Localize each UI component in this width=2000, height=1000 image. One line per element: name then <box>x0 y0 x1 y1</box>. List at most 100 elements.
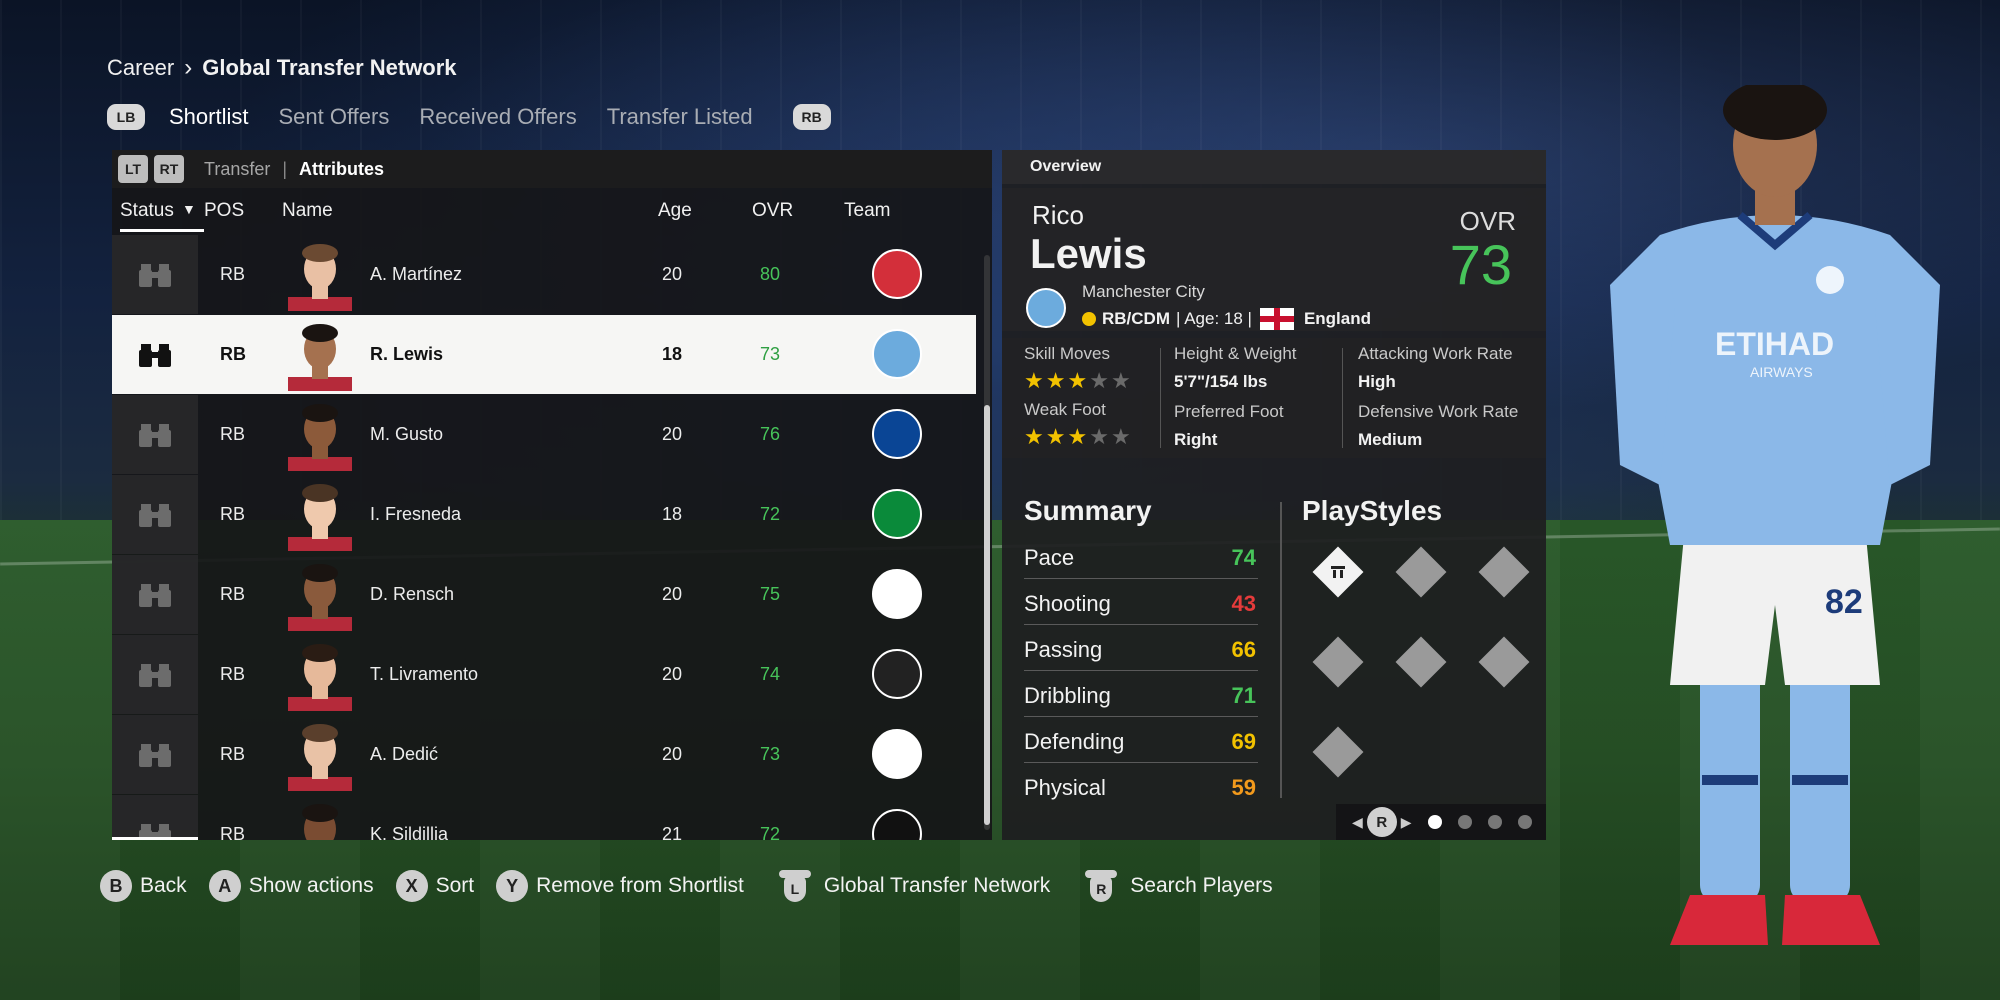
tab-received-offers[interactable]: Received Offers <box>419 104 576 130</box>
subtab-attributes[interactable]: Attributes <box>299 159 384 180</box>
shirt-sponsor-sub: AIRWAYS <box>1750 364 1813 380</box>
player-ovr: 73 <box>759 744 781 764</box>
attacking-work-rate-value: High <box>1358 372 1396 391</box>
attr-divider <box>1160 348 1161 448</box>
column-header-age[interactable]: Age <box>658 200 692 222</box>
pager-dot[interactable] <box>1427 815 1442 829</box>
status-cell[interactable] <box>112 315 198 394</box>
player-ovr: 75 <box>759 584 781 604</box>
player-portrait <box>288 404 352 471</box>
table-row[interactable]: RB T. Livramento 20 74 <box>112 635 976 714</box>
status-header-label: Status <box>120 200 174 221</box>
player-position: RB <box>220 264 246 284</box>
player-nation: England <box>1303 309 1372 328</box>
playstyle-slot-empty[interactable] <box>1478 636 1530 688</box>
weak-foot-stars: ★ ★ ★ ★ ★ <box>1024 426 1133 448</box>
shirt-sponsor: ETIHAD <box>1715 326 1834 362</box>
pager-dot[interactable] <box>1487 815 1502 829</box>
prompt-show-actions[interactable]: A Show actions <box>208 870 374 902</box>
star-icon: ★ <box>1110 424 1131 449</box>
rb-button-icon[interactable]: RB <box>792 104 831 130</box>
column-header-status[interactable]: Status ▼ <box>120 192 204 232</box>
prompt-back[interactable]: B Back <box>100 870 187 902</box>
height-weight-value: 5'7"/154 lbs <box>1174 372 1268 391</box>
y-button-icon: Y <box>496 870 529 902</box>
subtab-transfer[interactable]: Transfer <box>204 159 270 180</box>
lt-button-icon[interactable]: LT <box>118 155 148 183</box>
height-weight-label: Height & Weight <box>1174 344 1297 363</box>
button-prompts: B Back A Show actions X Sort Y Remove from … <box>100 868 1295 904</box>
skill-moves-label: Skill Moves <box>1024 344 1110 363</box>
table-row[interactable]: RB A. Dedić 20 73 <box>112 715 976 794</box>
status-cell[interactable] <box>112 715 198 794</box>
status-cell[interactable] <box>112 795 198 840</box>
status-cell[interactable] <box>112 555 198 634</box>
tab-sent-offers[interactable]: Sent Offers <box>278 104 389 130</box>
player-portrait <box>288 644 352 711</box>
prompt-search-players[interactable]: R Search Players <box>1082 868 1273 904</box>
rt-button-icon[interactable]: RT <box>154 155 184 183</box>
pager-dot[interactable] <box>1457 815 1472 829</box>
stat-label: Shooting <box>1024 591 1111 616</box>
weak-foot-label: Weak Foot <box>1024 400 1106 419</box>
player-ovr: 74 <box>759 664 781 684</box>
lb-button-icon[interactable]: LB <box>107 104 145 130</box>
column-header-team[interactable]: Team <box>844 200 890 222</box>
player-portrait <box>288 724 352 791</box>
playstyle-slot-active-icon[interactable] <box>1312 546 1364 598</box>
pager-left-arrow-icon[interactable]: ◀ <box>1352 814 1363 831</box>
breadcrumb-career[interactable]: Career <box>107 55 174 81</box>
stat-label: Defending <box>1024 729 1125 754</box>
table-row[interactable]: RB A. Martínez 20 80 <box>112 235 976 314</box>
summary-title: Summary <box>1024 495 1152 526</box>
table-row[interactable]: RB D. Rensch 20 75 <box>112 555 976 634</box>
overview-pager[interactable]: ◀ R ▶ <box>1336 804 1546 840</box>
stat-row: Shooting 43 <box>1024 579 1258 625</box>
stat-row: Passing 66 <box>1024 625 1258 671</box>
shorts-number: 82 <box>1825 583 1863 621</box>
playstyle-slot-empty[interactable] <box>1478 546 1530 598</box>
column-header-pos[interactable]: POS <box>204 200 244 222</box>
player-position: RB <box>220 344 246 364</box>
status-cell[interactable] <box>112 235 198 314</box>
subtab-bar: LT RT Transfer | Attributes <box>112 150 992 188</box>
status-cell[interactable] <box>112 475 198 554</box>
playstyle-slot-empty[interactable] <box>1395 636 1447 688</box>
column-header-name[interactable]: Name <box>282 200 333 222</box>
stat-row: Pace 74 <box>1024 533 1258 579</box>
table-row[interactable]: RB I. Fresneda 18 72 <box>112 475 976 554</box>
pager-dot[interactable] <box>1517 815 1532 829</box>
status-cell[interactable] <box>112 635 198 714</box>
playstyle-slot-empty[interactable] <box>1312 636 1364 688</box>
prompt-global-transfer-network[interactable]: L Global Transfer Network <box>776 868 1050 904</box>
player-position: RB <box>220 504 246 524</box>
player-ovr: 73 <box>759 344 781 364</box>
r-stick-button-icon[interactable]: R <box>1366 807 1397 837</box>
team-crest-icon <box>872 489 922 539</box>
prompt-label: Sort <box>435 874 475 897</box>
binoculars-icon <box>139 263 171 287</box>
player-name: M. Gusto <box>370 424 444 444</box>
tab-shortlist[interactable]: Shortlist <box>169 104 248 130</box>
player-ovr: 72 <box>759 824 781 840</box>
player-ovr: 72 <box>759 504 781 524</box>
l-stick-button-icon: L <box>776 868 814 904</box>
pager-right-arrow-icon[interactable]: ▶ <box>1401 814 1412 831</box>
attr-col-physical: Height & Weight 5'7"/154 lbs Preferred F… <box>1174 344 1297 460</box>
tab-transfer-listed[interactable]: Transfer Listed <box>607 104 753 130</box>
scrollbar-thumb[interactable] <box>984 405 990 825</box>
column-header-ovr[interactable]: OVR <box>752 200 793 222</box>
prompt-sort[interactable]: X Sort <box>395 870 475 902</box>
scrollbar[interactable] <box>984 255 990 830</box>
table-row[interactable]: RB K. Sildillia 21 72 <box>112 795 976 840</box>
player-positions: RB/CDM <box>1102 309 1170 328</box>
table-row[interactable]: RB R. Lewis 18 73 <box>112 315 976 394</box>
binoculars-icon <box>139 343 171 367</box>
status-cell[interactable] <box>112 395 198 474</box>
prompt-remove-from-shortlist[interactable]: Y Remove from Shortlist <box>496 870 744 902</box>
player-ovr: 76 <box>759 424 781 444</box>
playstyle-slot-empty[interactable] <box>1395 546 1447 598</box>
player-attributes: Skill Moves ★ ★ ★ ★ ★ Weak Foot ★ ★ ★ ★ ★ Height… <box>1002 338 1546 458</box>
playstyle-slot-empty[interactable] <box>1312 726 1364 778</box>
table-row[interactable]: RB M. Gusto 20 76 <box>112 395 976 474</box>
